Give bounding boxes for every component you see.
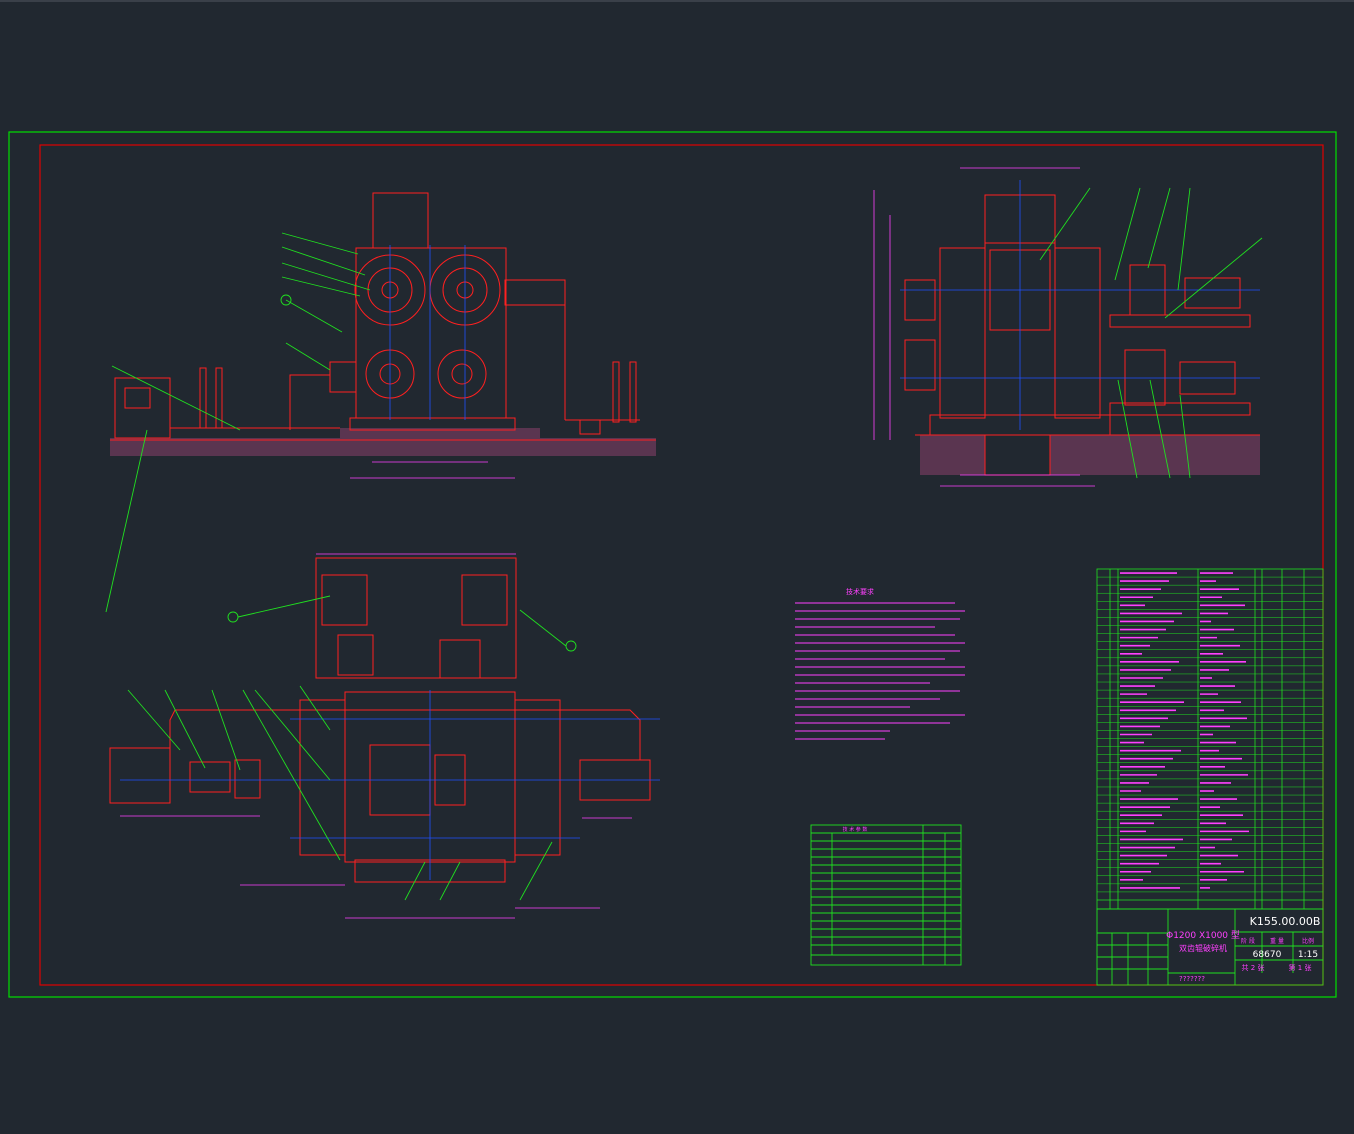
technical-notes: 技术要求	[795, 587, 965, 740]
mass-value: 68670	[1253, 950, 1282, 960]
drawing-number: K155.00.00B	[1250, 915, 1321, 928]
parts-list-rows	[1097, 572, 1323, 893]
plan-view-centerlines	[120, 690, 660, 880]
spec-table	[810, 824, 962, 966]
side-view-centerlines	[900, 180, 1260, 430]
sheet-number: 第 1 张	[1289, 963, 1312, 972]
title-line-1: Φ1200 X1000 型	[1166, 930, 1240, 941]
title-line-2: 双齿辊破碎机	[1179, 943, 1227, 953]
front-view	[110, 192, 656, 456]
side-view	[904, 194, 1260, 476]
plan-view	[109, 557, 651, 883]
spec-table-heading: 技 术 参 数	[843, 826, 868, 833]
weight-label: 重 量	[1270, 937, 1284, 945]
scale-label: 比例	[1302, 937, 1314, 945]
notes-heading: 技术要求	[846, 587, 874, 596]
drawing-canvas[interactable]: 技术要求 技 术 参 数 Φ1200 X1000 型 双齿辊破碎机 K155.0…	[0, 0, 1354, 1134]
plan-view-leaders	[127, 595, 577, 901]
parts-list	[1096, 568, 1324, 910]
stage-label: 阶 段	[1241, 937, 1255, 945]
scale-value: 1:15	[1298, 950, 1318, 960]
sheets-total: 共 2 张	[1242, 963, 1265, 972]
plan-view-dimensions	[120, 553, 632, 919]
title-block-footer: ???????	[1179, 975, 1205, 983]
outer-frame	[8, 131, 1337, 998]
front-view-leaders	[105, 232, 371, 613]
front-view-dimensions	[350, 461, 515, 479]
inner-frame	[39, 144, 1324, 986]
